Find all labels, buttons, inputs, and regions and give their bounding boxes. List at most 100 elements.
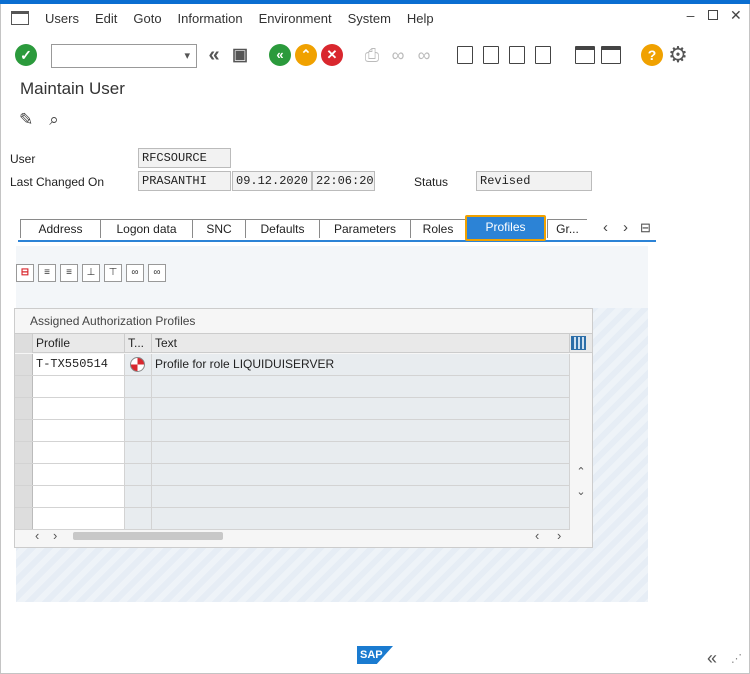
menu-bar: Users Edit Goto Information Environment … bbox=[1, 4, 749, 32]
select-all-icon[interactable]: ≡ bbox=[60, 264, 78, 282]
profile-cell[interactable] bbox=[33, 420, 125, 441]
double-chevron-left-icon[interactable]: « bbox=[203, 44, 225, 66]
tab-parameters[interactable]: Parameters bbox=[319, 219, 411, 238]
column-header-type[interactable]: T... bbox=[125, 334, 152, 353]
find-next-icon[interactable]: ∞ bbox=[148, 264, 166, 282]
new-session-icon[interactable] bbox=[575, 46, 595, 64]
tab-list-icon[interactable]: ⊟ bbox=[640, 219, 651, 237]
menu-edit[interactable]: Edit bbox=[95, 11, 117, 26]
profile-cell[interactable] bbox=[33, 442, 125, 463]
last-page-icon[interactable] bbox=[535, 46, 551, 64]
tab-profiles[interactable]: Profiles bbox=[465, 215, 546, 241]
help-icon[interactable]: ? bbox=[641, 44, 663, 66]
gear-icon[interactable]: ⚙ bbox=[667, 44, 689, 66]
find-icon[interactable]: ∞ bbox=[126, 264, 144, 282]
row-selector[interactable] bbox=[15, 376, 33, 397]
row-selector[interactable] bbox=[15, 464, 33, 485]
select-all-cell[interactable] bbox=[15, 334, 33, 353]
column-header-text[interactable]: Text bbox=[152, 334, 570, 353]
type-cell bbox=[125, 354, 152, 375]
table-row[interactable] bbox=[15, 508, 570, 530]
sort-descending-icon[interactable]: ⊤ bbox=[104, 264, 122, 282]
changed-time-field[interactable]: 22:06:20 bbox=[312, 171, 375, 191]
collapse-status-icon[interactable]: « bbox=[707, 648, 717, 669]
profile-cell[interactable]: T-TX550514 bbox=[33, 354, 125, 375]
scroll-left-step-icon[interactable]: › bbox=[53, 529, 57, 543]
table-row[interactable] bbox=[15, 420, 570, 442]
close-icon[interactable]: ✕ bbox=[730, 8, 742, 22]
profile-cell[interactable] bbox=[33, 376, 125, 397]
chevron-right-icon[interactable]: › bbox=[623, 219, 628, 237]
menu-environment[interactable]: Environment bbox=[259, 11, 332, 26]
maximize-icon[interactable] bbox=[708, 10, 718, 20]
checkmark-icon[interactable]: ✓ bbox=[15, 44, 37, 66]
table-row[interactable] bbox=[15, 398, 570, 420]
tab-snc[interactable]: SNC bbox=[192, 219, 246, 238]
scroll-left-icon[interactable]: ‹ bbox=[35, 529, 39, 543]
previous-page-icon[interactable] bbox=[483, 46, 499, 64]
tab-roles[interactable]: Roles bbox=[410, 219, 466, 238]
row-selector[interactable] bbox=[15, 442, 33, 463]
scroll-up-icon[interactable]: ⌃ bbox=[574, 463, 588, 481]
minimize-icon[interactable]: – bbox=[685, 8, 696, 22]
text-cell bbox=[152, 376, 570, 397]
type-cell bbox=[125, 486, 152, 507]
other-user-icon[interactable]: ⌕ bbox=[49, 110, 59, 130]
next-page-icon[interactable] bbox=[509, 46, 525, 64]
menu-information[interactable]: Information bbox=[178, 11, 243, 26]
changed-date-field[interactable]: 09.12.2020 bbox=[232, 171, 312, 191]
menu-users[interactable]: Users bbox=[45, 11, 79, 26]
green-back-icon[interactable]: « bbox=[269, 44, 291, 66]
horizontal-scrollbar[interactable]: ‹ › ‹ › bbox=[35, 529, 585, 543]
insert-row-icon[interactable]: ≡ bbox=[38, 264, 56, 282]
table-settings-icon[interactable] bbox=[571, 336, 586, 350]
table-row[interactable] bbox=[15, 442, 570, 464]
tab-defaults[interactable]: Defaults bbox=[245, 219, 320, 238]
tab-logon-data[interactable]: Logon data bbox=[100, 219, 193, 238]
menu-goto[interactable]: Goto bbox=[133, 11, 161, 26]
row-selector[interactable] bbox=[15, 354, 33, 375]
command-field[interactable]: ▾ bbox=[51, 44, 197, 68]
text-cell bbox=[152, 420, 570, 441]
row-selector[interactable] bbox=[15, 420, 33, 441]
profile-cell[interactable] bbox=[33, 464, 125, 485]
table-row[interactable] bbox=[15, 376, 570, 398]
menu-icon[interactable] bbox=[11, 11, 29, 25]
menu-help[interactable]: Help bbox=[407, 11, 434, 26]
sort-ascending-icon[interactable]: ⊥ bbox=[82, 264, 100, 282]
save-icon[interactable]: ▣ bbox=[229, 44, 251, 66]
command-input[interactable] bbox=[52, 45, 172, 67]
profiles-content-area: ⊟ ≡ ≡ ⊥ ⊤ ∞ ∞ Assigned Authorization Pro… bbox=[14, 246, 648, 602]
display-change-icon[interactable]: ✎ bbox=[19, 110, 33, 130]
row-selector[interactable] bbox=[15, 486, 33, 507]
scrollbar-thumb[interactable] bbox=[73, 532, 223, 540]
table-row[interactable] bbox=[15, 486, 570, 508]
row-selector[interactable] bbox=[15, 508, 33, 529]
text-cell bbox=[152, 464, 570, 485]
shortcut-icon[interactable] bbox=[601, 46, 621, 64]
red-cancel-icon[interactable]: ✕ bbox=[321, 44, 343, 66]
table-row[interactable] bbox=[15, 464, 570, 486]
first-page-icon[interactable] bbox=[457, 46, 473, 64]
chevron-down-icon[interactable]: ▾ bbox=[184, 49, 190, 62]
tab-address[interactable]: Address bbox=[20, 219, 101, 238]
scroll-right-icon[interactable]: › bbox=[557, 529, 561, 543]
row-selector[interactable] bbox=[15, 398, 33, 419]
scroll-right-step-icon[interactable]: ‹ bbox=[535, 529, 539, 543]
tab-groups[interactable]: Gr... bbox=[547, 219, 587, 238]
status-field[interactable]: Revised bbox=[476, 171, 592, 191]
table-row[interactable]: T-TX550514 Profile for role LIQUIDUISERV… bbox=[15, 354, 570, 376]
resize-handle-icon[interactable]: ⋰ bbox=[731, 652, 742, 665]
orange-up-icon[interactable]: ⌃ bbox=[295, 44, 317, 66]
profile-cell[interactable] bbox=[33, 508, 125, 529]
column-header-profile[interactable]: Profile bbox=[33, 334, 125, 353]
profile-cell[interactable] bbox=[33, 486, 125, 507]
scroll-down-icon[interactable]: ⌄ bbox=[574, 483, 588, 501]
chevron-left-icon[interactable]: ‹ bbox=[603, 219, 608, 237]
menu-system[interactable]: System bbox=[348, 11, 391, 26]
delete-row-icon[interactable]: ⊟ bbox=[16, 264, 34, 282]
application-toolbar: ✎ ⌕ bbox=[19, 110, 59, 130]
profile-cell[interactable] bbox=[33, 398, 125, 419]
changed-by-field[interactable]: PRASANTHI bbox=[138, 171, 231, 191]
user-field[interactable]: RFCSOURCE bbox=[138, 148, 231, 168]
